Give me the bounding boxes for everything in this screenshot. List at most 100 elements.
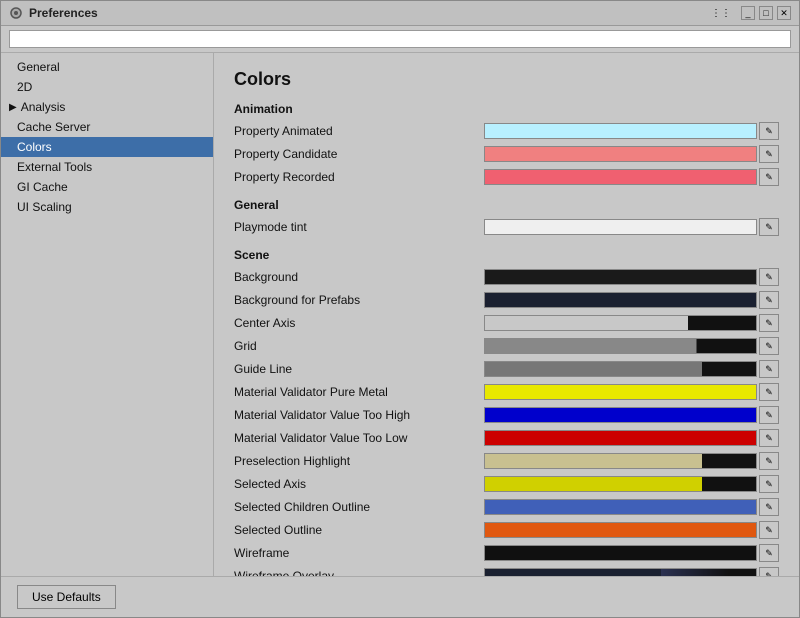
color-row-grid: Grid ✎: [234, 335, 779, 357]
color-row-property-animated: Property Animated ✎: [234, 120, 779, 142]
color-label: Grid: [234, 339, 484, 353]
color-edit-button[interactable]: ✎: [759, 383, 779, 401]
color-row-wireframe: Wireframe ✎: [234, 542, 779, 564]
color-swatch[interactable]: [484, 384, 757, 400]
color-label: Wireframe Overlay: [234, 569, 484, 576]
section-scene: Scene: [234, 248, 779, 262]
color-swatch-container: ✎: [484, 268, 779, 286]
color-row-center-axis: Center Axis ✎: [234, 312, 779, 334]
color-row-preselection: Preselection Highlight ✎: [234, 450, 779, 472]
color-swatch[interactable]: [484, 568, 757, 576]
color-swatch[interactable]: [484, 361, 757, 377]
color-swatch-container: ✎: [484, 498, 779, 516]
sidebar-item-gi-cache[interactable]: GI Cache: [1, 177, 213, 197]
color-edit-button[interactable]: ✎: [759, 145, 779, 163]
preferences-icon: [9, 6, 23, 20]
preferences-window: Preferences ⋮⋮ _ □ ✕ General 2D ▶ Analys…: [0, 0, 800, 618]
sidebar: General 2D ▶ Analysis Cache Server Color…: [1, 53, 214, 576]
sidebar-item-general[interactable]: General: [1, 57, 213, 77]
color-swatch-container: ✎: [484, 475, 779, 493]
color-swatch-container: ✎: [484, 122, 779, 140]
color-edit-button[interactable]: ✎: [759, 429, 779, 447]
color-label: Playmode tint: [234, 220, 484, 234]
color-edit-button[interactable]: ✎: [759, 498, 779, 516]
color-row-selected-children: Selected Children Outline ✎: [234, 496, 779, 518]
color-row-material-too-high: Material Validator Value Too High ✎: [234, 404, 779, 426]
color-swatch[interactable]: [484, 219, 757, 235]
sidebar-item-label: GI Cache: [17, 180, 68, 194]
color-swatch[interactable]: [484, 169, 757, 185]
sidebar-item-label: General: [17, 60, 60, 74]
color-edit-button[interactable]: ✎: [759, 567, 779, 576]
color-swatch[interactable]: [484, 545, 757, 561]
color-edit-button[interactable]: ✎: [759, 475, 779, 493]
minimize-button[interactable]: _: [741, 6, 755, 20]
sidebar-item-cache-server[interactable]: Cache Server: [1, 117, 213, 137]
color-swatch[interactable]: [484, 430, 757, 446]
color-row-guide-line: Guide Line ✎: [234, 358, 779, 380]
color-swatch-container: ✎: [484, 360, 779, 378]
sidebar-item-label: Analysis: [21, 100, 66, 114]
color-edit-button[interactable]: ✎: [759, 168, 779, 186]
color-row-playmode-tint: Playmode tint ✎: [234, 216, 779, 238]
color-swatch[interactable]: [484, 499, 757, 515]
color-swatch[interactable]: [484, 407, 757, 423]
sidebar-item-label: External Tools: [17, 160, 92, 174]
color-label: Background for Prefabs: [234, 293, 484, 307]
color-edit-button[interactable]: ✎: [759, 406, 779, 424]
color-swatch[interactable]: [484, 123, 757, 139]
color-label: Selected Outline: [234, 523, 484, 537]
color-swatch[interactable]: [484, 453, 757, 469]
color-edit-button[interactable]: ✎: [759, 544, 779, 562]
title-bar-label: Preferences: [29, 6, 711, 20]
color-swatch-container: ✎: [484, 337, 779, 355]
close-button[interactable]: ✕: [777, 6, 791, 20]
sidebar-item-external-tools[interactable]: External Tools: [1, 157, 213, 177]
color-row-selected-axis: Selected Axis ✎: [234, 473, 779, 495]
sidebar-item-2d[interactable]: 2D: [1, 77, 213, 97]
color-edit-button[interactable]: ✎: [759, 452, 779, 470]
sidebar-item-ui-scaling[interactable]: UI Scaling: [1, 197, 213, 217]
color-row-background-prefabs: Background for Prefabs ✎: [234, 289, 779, 311]
color-label: Selected Children Outline: [234, 500, 484, 514]
color-edit-button[interactable]: ✎: [759, 291, 779, 309]
maximize-button[interactable]: □: [759, 6, 773, 20]
sidebar-item-analysis[interactable]: ▶ Analysis: [1, 97, 213, 117]
color-swatch[interactable]: [484, 522, 757, 538]
color-swatch[interactable]: [484, 338, 757, 354]
sidebar-item-label: UI Scaling: [17, 200, 72, 214]
color-swatch-container: ✎: [484, 218, 779, 236]
color-row-selected-outline: Selected Outline ✎: [234, 519, 779, 541]
color-swatch[interactable]: [484, 292, 757, 308]
color-edit-button[interactable]: ✎: [759, 314, 779, 332]
color-label: Material Validator Value Too High: [234, 408, 484, 422]
color-swatch[interactable]: [484, 476, 757, 492]
use-defaults-button[interactable]: Use Defaults: [17, 585, 116, 609]
content-area: Colors Animation Property Animated ✎ Pro…: [214, 53, 799, 576]
color-edit-button[interactable]: ✎: [759, 218, 779, 236]
color-label: Center Axis: [234, 316, 484, 330]
color-row-material-too-low: Material Validator Value Too Low ✎: [234, 427, 779, 449]
search-input[interactable]: [9, 30, 791, 48]
color-edit-button[interactable]: ✎: [759, 122, 779, 140]
color-edit-button[interactable]: ✎: [759, 337, 779, 355]
sidebar-item-label: Colors: [17, 140, 52, 154]
page-title: Colors: [234, 69, 779, 90]
color-swatch[interactable]: [484, 315, 757, 331]
color-swatch[interactable]: [484, 146, 757, 162]
color-label: Wireframe: [234, 546, 484, 560]
color-swatch-container: ✎: [484, 567, 779, 576]
color-edit-button[interactable]: ✎: [759, 268, 779, 286]
color-swatch[interactable]: [484, 269, 757, 285]
color-swatch-container: ✎: [484, 406, 779, 424]
sidebar-item-colors[interactable]: Colors: [1, 137, 213, 157]
color-label: Property Candidate: [234, 147, 484, 161]
color-row-property-candidate: Property Candidate ✎: [234, 143, 779, 165]
color-edit-button[interactable]: ✎: [759, 521, 779, 539]
color-swatch-container: ✎: [484, 544, 779, 562]
color-edit-button[interactable]: ✎: [759, 360, 779, 378]
color-row-wireframe-overlay: Wireframe Overlay ✎: [234, 565, 779, 576]
color-label: Selected Axis: [234, 477, 484, 491]
color-label: Background: [234, 270, 484, 284]
title-bar: Preferences ⋮⋮ _ □ ✕: [1, 1, 799, 26]
